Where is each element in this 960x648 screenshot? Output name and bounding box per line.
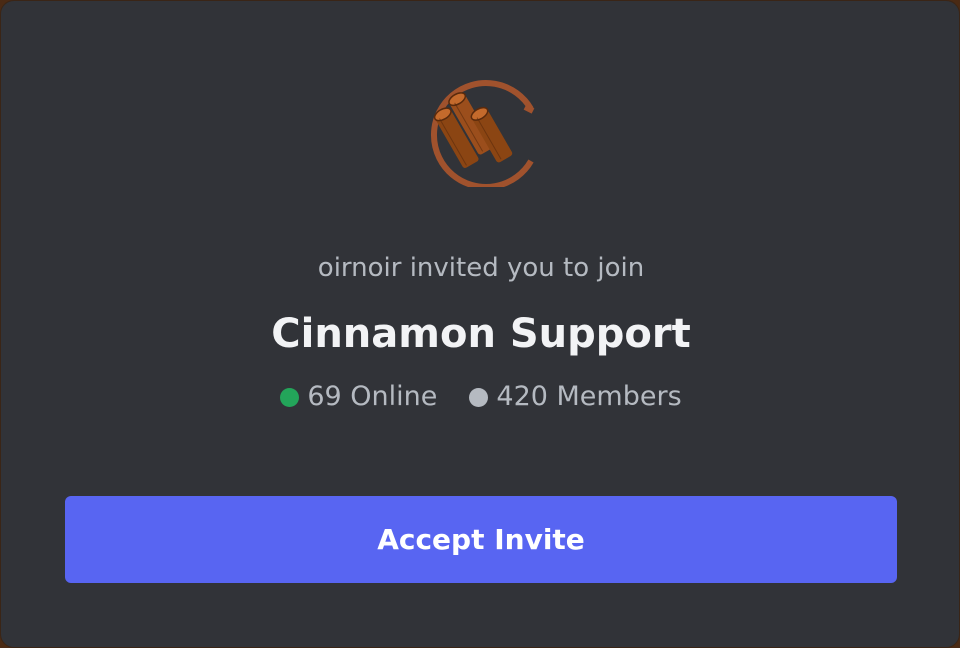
server-name: Cinnamon Support <box>271 311 691 357</box>
cinnamon-sticks-icon <box>421 71 537 190</box>
member-count: 420 Members <box>469 379 682 415</box>
online-status-icon <box>280 387 300 407</box>
accept-invite-button[interactable]: Accept Invite <box>65 496 897 583</box>
online-count: 69 Online <box>280 379 437 415</box>
members-status-icon <box>469 387 489 407</box>
server-stats: 69 Online 420 Members <box>1 379 960 415</box>
inviter-text: oirnoir invited you to join <box>317 253 645 283</box>
invite-card: oirnoir invited you to join Cinnamon Sup… <box>0 0 960 648</box>
online-count-label: 69 Online <box>307 381 438 412</box>
member-count-label: 420 Members <box>496 381 682 412</box>
